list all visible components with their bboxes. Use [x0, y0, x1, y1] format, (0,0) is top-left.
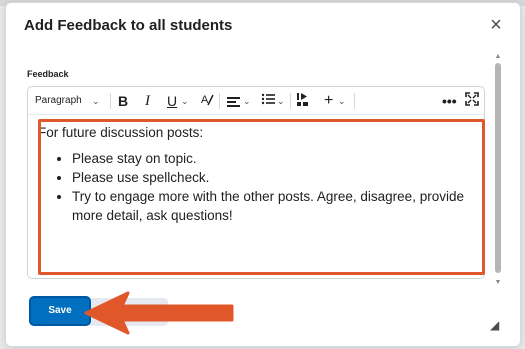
chevron-down-icon[interactable]: ⌄ — [181, 92, 189, 110]
align-icon[interactable] — [227, 92, 241, 110]
chevron-down-icon[interactable]: ⌄ — [277, 92, 285, 110]
scroll-up-icon[interactable]: ▲ — [494, 53, 502, 61]
insert-button[interactable]: + — [324, 92, 333, 110]
toolbar-divider — [354, 93, 355, 109]
underline-button[interactable]: U — [167, 92, 177, 110]
save-button[interactable]: Save — [29, 296, 91, 326]
insert-media-icon[interactable] — [296, 92, 310, 110]
editor-toolbar: Paragraph ⌄ B I U ⌄ A ⌄ ⌄ + ⌄ ••• — [28, 87, 484, 115]
toolbar-divider — [110, 93, 111, 109]
paragraph-format-select[interactable]: Paragraph — [35, 92, 82, 110]
more-actions-button[interactable]: ••• — [442, 92, 457, 110]
text-format-icon: A — [201, 94, 214, 106]
scroll-thumb[interactable] — [495, 63, 501, 273]
list-item: Try to engage more with the other posts.… — [72, 187, 474, 225]
feedback-intro-text: For future discussion posts: — [38, 125, 204, 140]
chevron-down-icon[interactable]: ⌄ — [92, 92, 100, 110]
annotation-arrow-icon — [84, 291, 234, 335]
toolbar-divider — [290, 93, 291, 109]
dialog-resize-icon[interactable]: ◢ — [490, 318, 499, 332]
chevron-down-icon[interactable]: ⌄ — [338, 92, 346, 110]
fullscreen-icon[interactable] — [465, 92, 479, 110]
insert-media-glyph — [297, 93, 308, 106]
dialog-title: Add Feedback to all students — [24, 17, 233, 34]
feedback-bullet-list: Please stay on topic. Please use spellch… — [72, 149, 474, 225]
strikethrough-format-button[interactable]: A — [200, 92, 214, 110]
dialog-scrollbar[interactable]: ▲ ▼ — [494, 53, 502, 293]
feedback-editor[interactable]: Paragraph ⌄ B I U ⌄ A ⌄ ⌄ + ⌄ ••• For fu… — [27, 86, 485, 279]
toolbar-divider — [219, 93, 220, 109]
close-icon[interactable]: × — [486, 15, 506, 36]
feedback-text-area[interactable]: For future discussion posts: Please stay… — [32, 119, 480, 274]
fullscreen-glyph — [465, 92, 479, 106]
list-item: Please stay on topic. — [72, 149, 474, 168]
chevron-down-icon[interactable]: ⌄ — [243, 92, 251, 110]
bulleted-list-icon[interactable] — [261, 92, 275, 110]
list-item: Please use spellcheck. — [72, 168, 474, 187]
bulleted-list-glyph — [261, 93, 275, 105]
italic-button[interactable]: I — [145, 92, 150, 110]
scroll-down-icon[interactable]: ▼ — [494, 279, 502, 287]
feedback-label: Feedback — [27, 69, 69, 79]
bold-button[interactable]: B — [118, 92, 128, 110]
